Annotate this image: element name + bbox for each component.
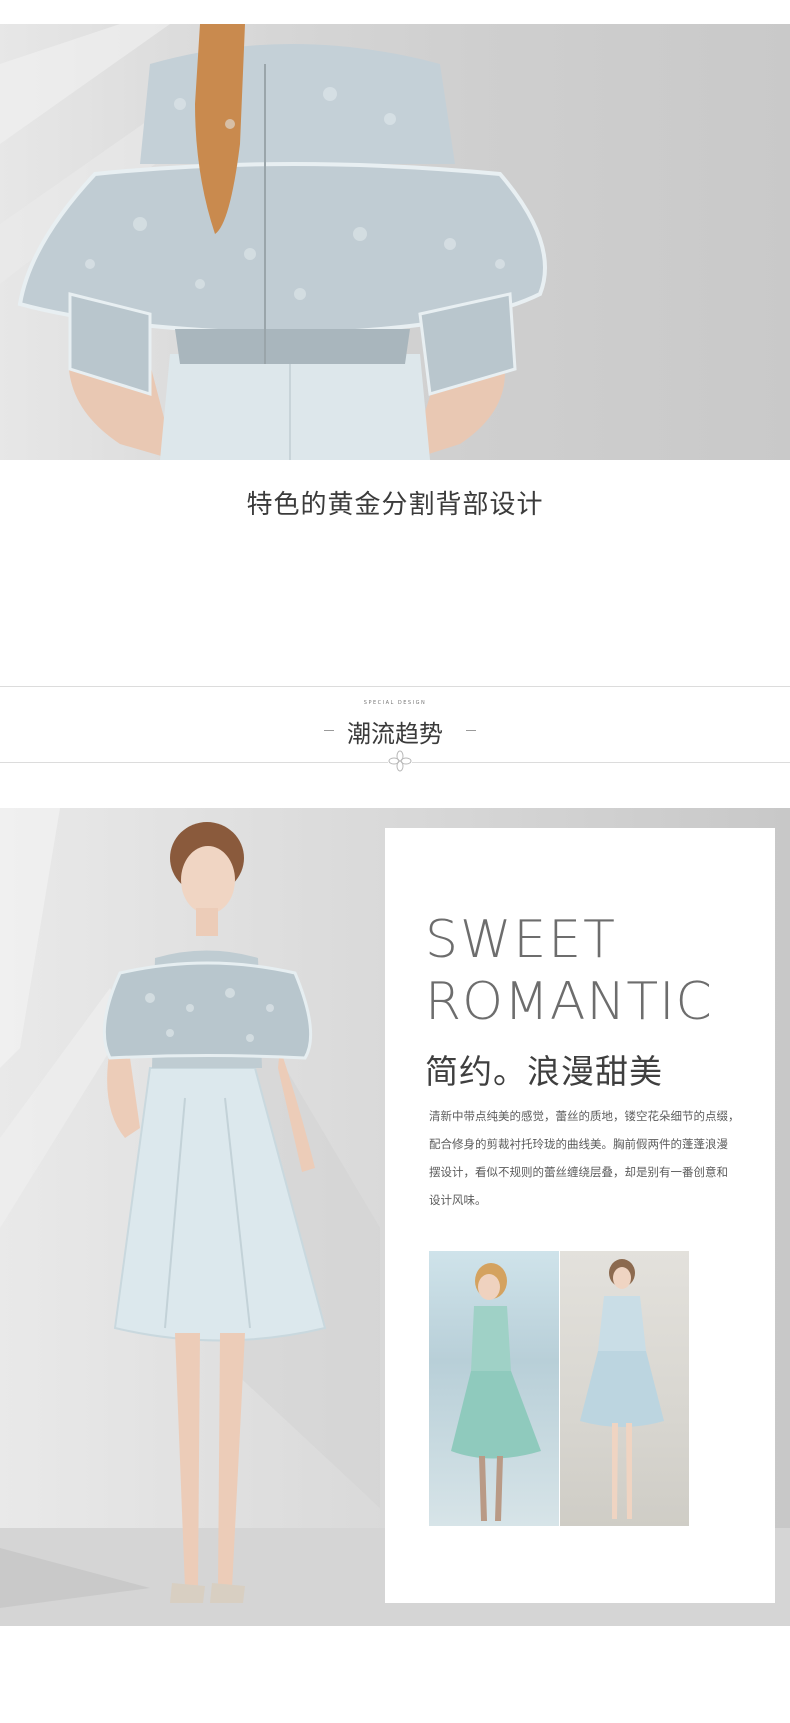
divider-top [0, 686, 790, 687]
headline-romantic: ROMANTIC [425, 972, 713, 1032]
title-dash-right [466, 730, 476, 731]
description-line: 摆设计，看似不规则的蕾丝缠绕层叠，却是别有一番创意和 [429, 1165, 728, 1179]
back-detail-photo [0, 24, 790, 460]
flower-ornament-icon [388, 750, 412, 772]
section-title: 潮流趋势 [347, 720, 443, 748]
description-line: 清新中带点纯美的感觉，蕾丝的质地，镂空花朵细节的点缀， [429, 1109, 740, 1123]
runway-photo-mint [429, 1251, 559, 1526]
description-line: 设计风味。 [429, 1193, 487, 1207]
feature-caption: 特色的黄金分割背部设计 [246, 490, 544, 520]
card-subtitle: 简约。浪漫甜美 [425, 1052, 663, 1091]
description-line: 配合修身的剪裁衬托玲珑的曲线美。胸前假两件的蓬蓬浪漫 [429, 1137, 728, 1151]
section-eyebrow: SPECIAL DESIGN [363, 700, 427, 706]
runway-photo-blue [560, 1251, 689, 1526]
card-description: 清新中带点纯美的感觉，蕾丝的质地，镂空花朵细节的点缀， 配合修身的剪裁衬托玲珑的… [429, 1102, 767, 1214]
headline-sweet: SWEET [425, 910, 617, 970]
